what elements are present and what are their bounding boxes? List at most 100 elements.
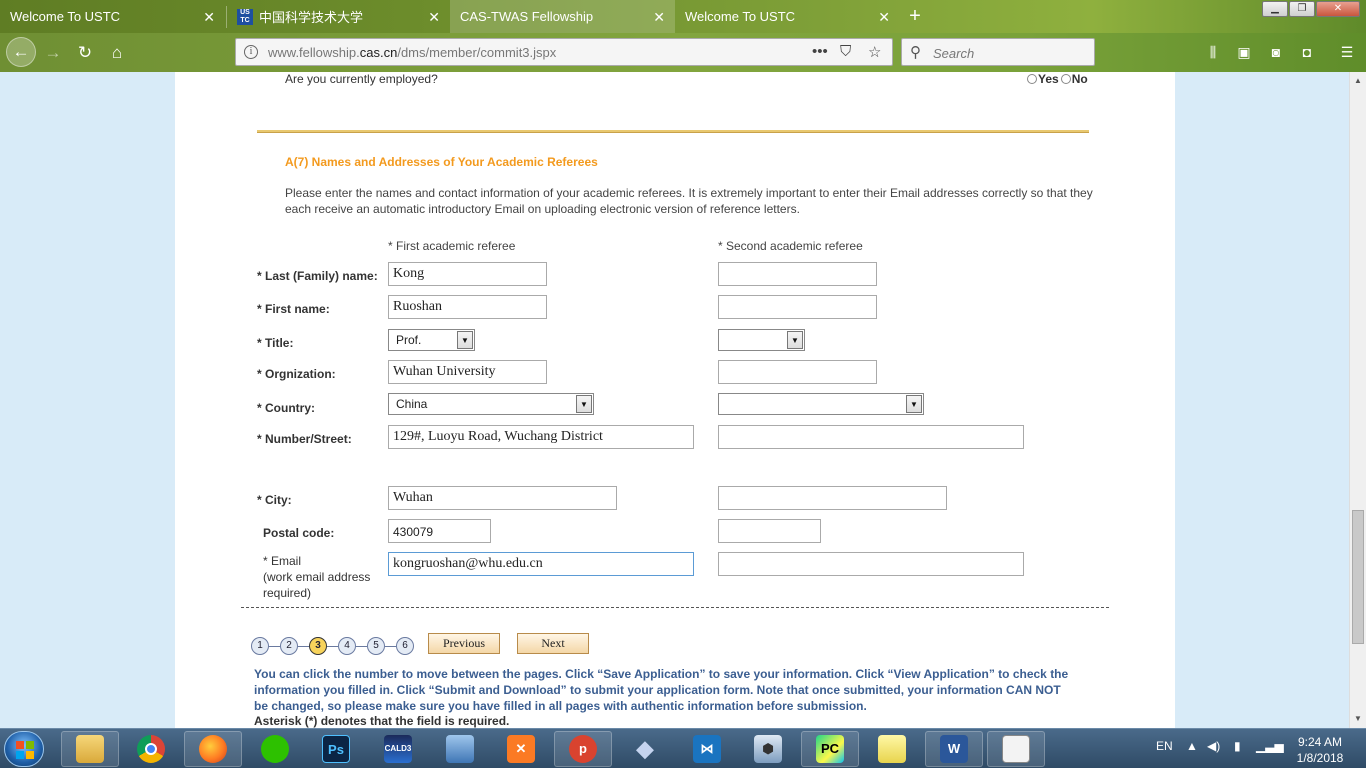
menu-icon[interactable]: ☰ (1338, 43, 1356, 61)
ref2-country-select[interactable]: ▼ (718, 393, 924, 415)
first-referee-header: * First academic referee (388, 239, 516, 253)
page-content: Are you currently employed? Yes No A(7) … (175, 72, 1175, 728)
windows-logo-icon (16, 741, 34, 759)
chevron-down-icon[interactable]: ▼ (906, 395, 922, 413)
scroll-down-icon[interactable]: ▼ (1354, 714, 1362, 723)
ref1-street-input[interactable]: 129#, Luoyu Road, Wuchang District (388, 425, 694, 449)
search-icon: ⚲ (910, 44, 921, 61)
ref1-first-name-input[interactable]: Ruoshan (388, 295, 547, 319)
ref1-country-select[interactable]: China ▼ (388, 393, 594, 415)
chevron-down-icon[interactable]: ▼ (787, 331, 803, 349)
maximize-button[interactable]: ❐ (1289, 1, 1315, 17)
info-icon[interactable]: i (244, 45, 258, 59)
tab-label: 中国科学技术大学 (259, 10, 364, 25)
navigation-bar: ← → ↻ ⌂ i www.fellowship.cas.cn/dms/memb… (0, 33, 1366, 72)
tab-ustc-chinese[interactable]: US TC 中国科学技术大学 ✕ (227, 0, 450, 33)
chrome-icon[interactable] (122, 731, 180, 767)
pager-connector (327, 645, 338, 647)
pycharm-icon[interactable]: PC (801, 731, 859, 767)
search-bar[interactable]: ⚲ Search (901, 38, 1095, 66)
close-window-button[interactable]: ✕ (1316, 1, 1360, 17)
scroll-up-icon[interactable]: ▲ (1354, 76, 1362, 85)
ref1-email-input[interactable]: kongruoshan@whu.edu.cn (388, 552, 694, 576)
scrollbar-thumb[interactable] (1352, 510, 1364, 644)
more-icon[interactable]: ••• (812, 43, 828, 60)
ref2-title-select[interactable]: ▼ (718, 329, 805, 351)
windows-explorer-icon[interactable] (61, 731, 119, 767)
ref2-organization-input[interactable] (718, 360, 877, 384)
ref2-street-input[interactable] (718, 425, 1024, 449)
vertical-scrollbar[interactable]: ▲ ▼ (1349, 72, 1366, 728)
ref1-last-name-input[interactable]: Kong (388, 262, 547, 286)
no-radio[interactable] (1060, 74, 1071, 84)
xampp-icon[interactable]: ✕ (492, 731, 550, 767)
page-stepper: 1 2 3 4 5 6 (251, 637, 414, 655)
screenshot-icon[interactable]: ◘ (1298, 43, 1316, 61)
network-signal-icon[interactable]: ▁▃▅ (1256, 739, 1284, 753)
new-tab-button[interactable]: + (902, 4, 928, 30)
virtualbox-icon[interactable] (431, 731, 489, 767)
reload-icon[interactable]: ↻ (72, 40, 98, 66)
start-button[interactable] (4, 731, 44, 767)
ref1-title-select[interactable]: Prof. ▼ (388, 329, 475, 351)
close-icon[interactable]: ✕ (428, 9, 440, 26)
url-bar[interactable]: i www.fellowship.cas.cn/dms/member/commi… (235, 38, 893, 66)
volume-icon[interactable]: ◀) (1207, 739, 1220, 753)
language-indicator[interactable]: EN (1156, 739, 1173, 753)
ref1-organization-input[interactable]: Wuhan University (388, 360, 547, 384)
battery-icon[interactable]: ▮ (1234, 739, 1241, 753)
page-2-button[interactable]: 2 (280, 637, 298, 655)
presentation-icon[interactable] (987, 731, 1045, 767)
ref2-first-name-input[interactable] (718, 295, 877, 319)
minimize-button[interactable]: ▁ (1262, 1, 1288, 17)
ref1-postal-input[interactable]: 430079 (388, 519, 491, 543)
page-4-button[interactable]: 4 (338, 637, 356, 655)
ref2-city-input[interactable] (718, 486, 947, 510)
extension-icon[interactable]: ◙ (1267, 43, 1285, 61)
bookmark-star-icon[interactable]: ☆ (868, 43, 881, 61)
street-label: * Number/Street: (257, 432, 352, 446)
close-icon[interactable]: ✕ (878, 9, 890, 26)
url-domain: cas.cn (359, 45, 398, 60)
ethereum-icon[interactable]: ◆ (616, 731, 674, 767)
sketchup-icon[interactable]: ⬢ (739, 731, 797, 767)
page-3-button[interactable]: 3 (309, 637, 327, 655)
pocket-icon[interactable]: ⛉ (840, 43, 851, 60)
vscode-icon[interactable]: ⋈ (678, 731, 736, 767)
tab-welcome-ustc-1[interactable]: Welcome To USTC ✕ (0, 0, 225, 33)
sticky-notes-icon[interactable] (863, 731, 921, 767)
close-icon[interactable]: ✕ (203, 9, 215, 26)
back-icon[interactable]: ← (6, 37, 36, 67)
previous-button[interactable]: Previous (428, 633, 500, 654)
close-icon[interactable]: ✕ (653, 9, 665, 26)
employed-radio-group: Yes No (1027, 72, 1088, 86)
pomodoro-icon[interactable]: p (554, 731, 612, 767)
windows-taskbar: Ps CALD3 ✕ p ◆ ⋈ ⬢ PC W EN ▲ ◀) ▮ ▁▃▅ 9:… (0, 728, 1366, 768)
page-6-button[interactable]: 6 (396, 637, 414, 655)
page-1-button[interactable]: 1 (251, 637, 269, 655)
yes-radio[interactable] (1027, 74, 1037, 84)
library-icon[interactable]: ⫼ (1204, 43, 1222, 61)
ref2-last-name-input[interactable] (718, 262, 877, 286)
word-icon[interactable]: W (925, 731, 983, 767)
cald3-icon[interactable]: CALD3 (369, 731, 427, 767)
url-prefix: www.fellowship. (268, 45, 360, 60)
home-icon[interactable]: ⌂ (104, 40, 130, 66)
photoshop-icon[interactable]: Ps (307, 731, 365, 767)
forward-icon[interactable]: → (40, 40, 66, 66)
sidebar-icon[interactable]: ▣ (1235, 43, 1253, 61)
ref1-city-input[interactable]: Wuhan (388, 486, 617, 510)
firefox-icon[interactable] (184, 731, 242, 767)
chevron-down-icon[interactable]: ▼ (576, 395, 592, 413)
next-button[interactable]: Next (517, 633, 589, 654)
wechat-icon[interactable] (246, 731, 304, 767)
chevron-down-icon[interactable]: ▼ (457, 331, 473, 349)
system-clock[interactable]: 9:24 AM 1/8/2018 (1285, 734, 1355, 766)
tab-cas-twas-fellowship[interactable]: CAS-TWAS Fellowship ✕ (450, 0, 675, 33)
tab-welcome-ustc-2[interactable]: Welcome To USTC ✕ (675, 0, 900, 33)
page-5-button[interactable]: 5 (367, 637, 385, 655)
ref2-postal-input[interactable] (718, 519, 821, 543)
url-text[interactable]: www.fellowship.cas.cn/dms/member/commit3… (268, 45, 556, 60)
show-hidden-icons-icon[interactable]: ▲ (1186, 739, 1198, 753)
ref2-email-input[interactable] (718, 552, 1024, 576)
